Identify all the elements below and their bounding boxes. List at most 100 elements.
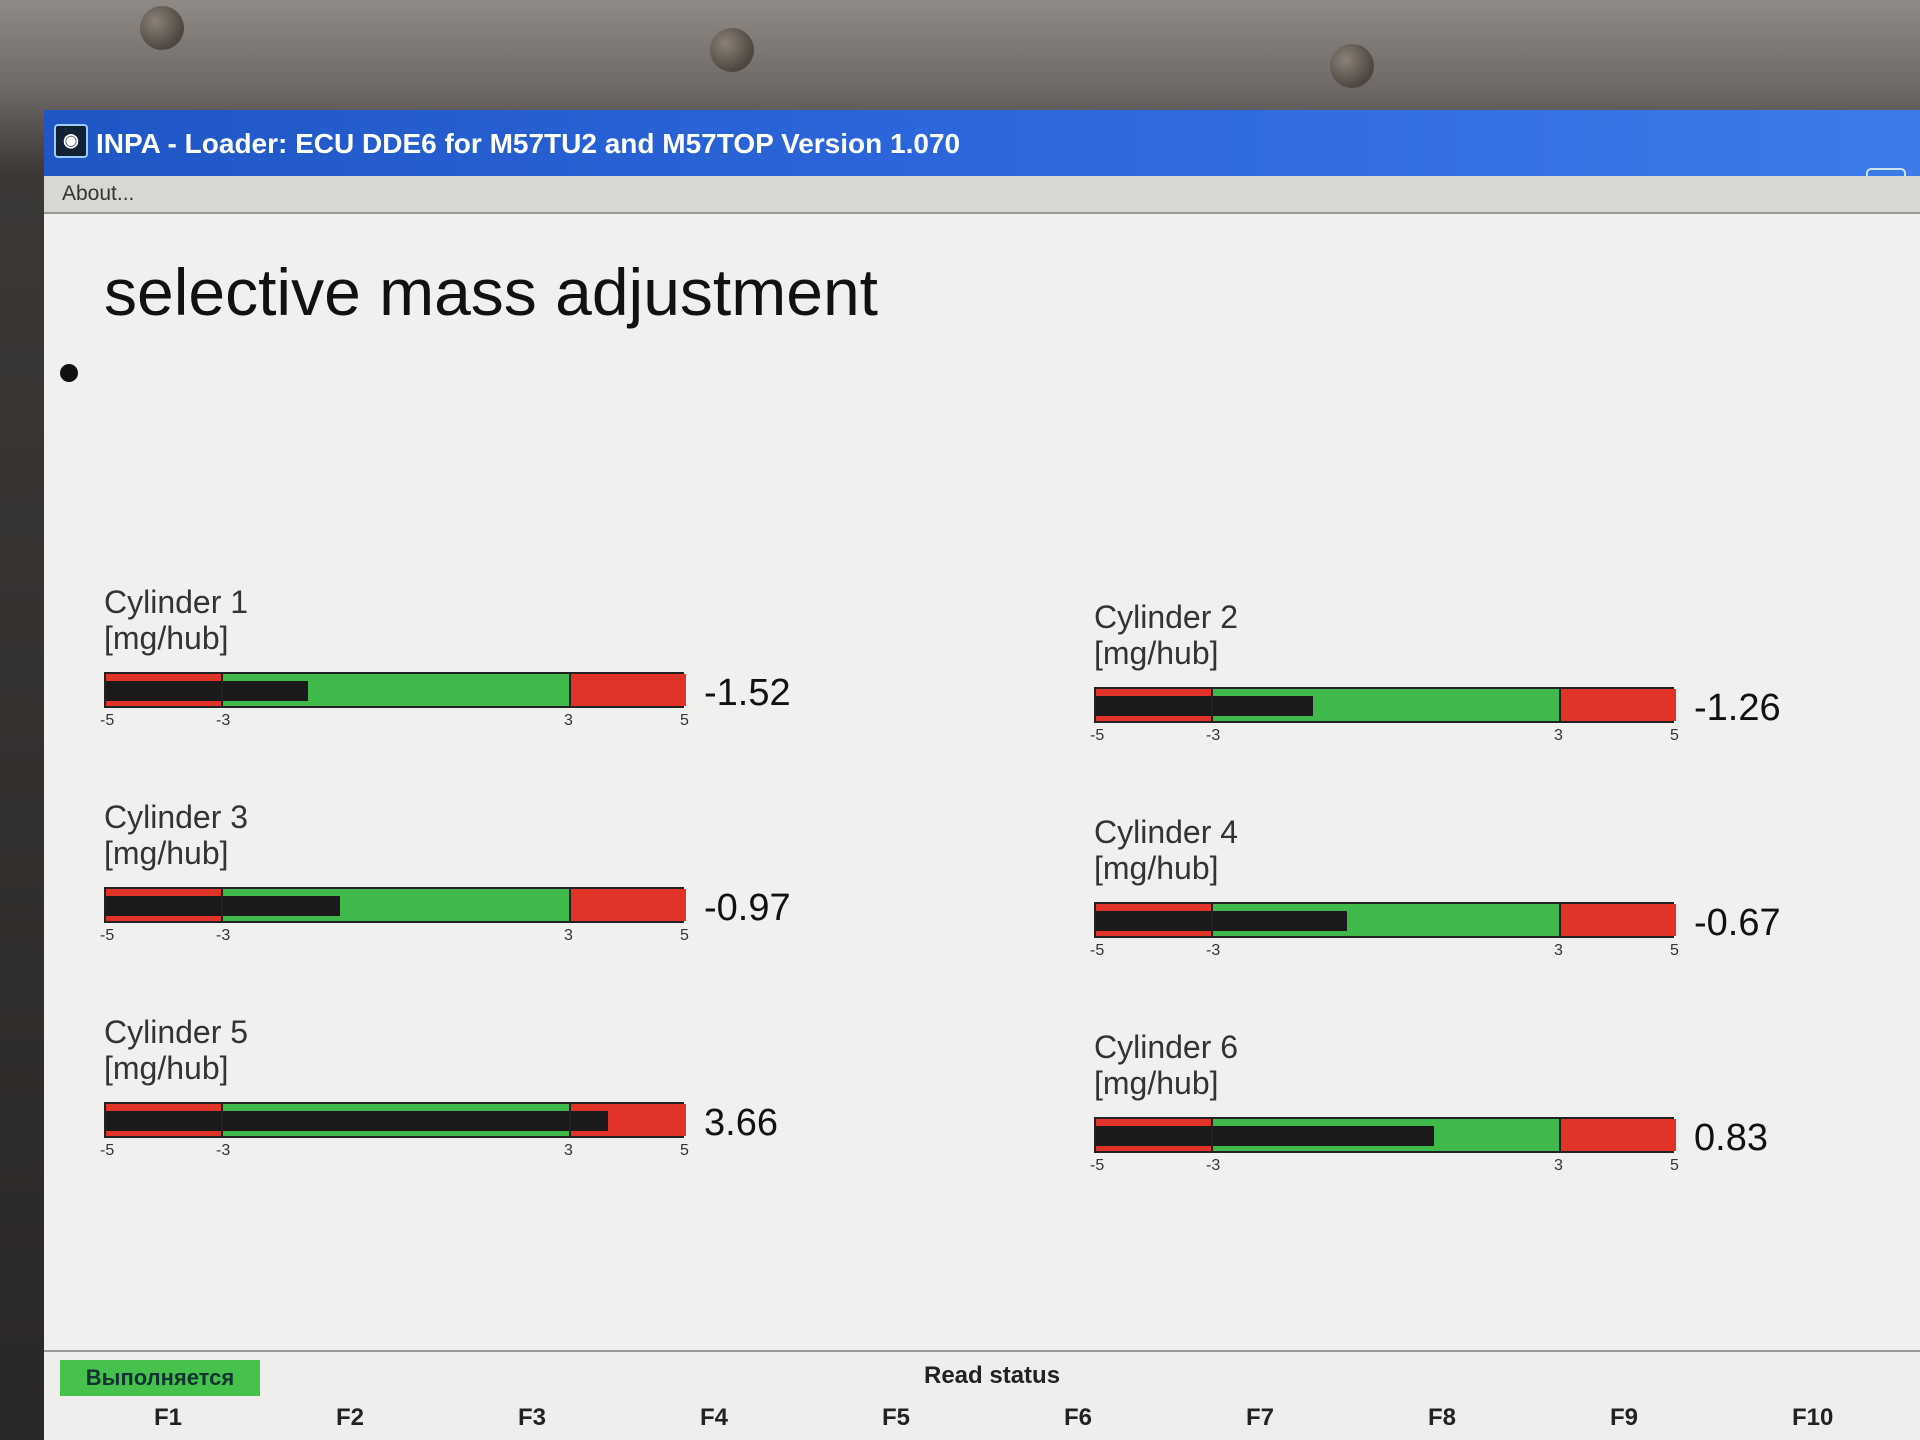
scale-label: 3 xyxy=(564,927,573,944)
cylinder-unit: [mg/hub] xyxy=(104,1050,229,1086)
running-badge: Выполняется xyxy=(60,1360,260,1396)
cylinder-panel: Cylinder 2 [mg/hub] -5 -3 3 5 -1.26 xyxy=(1090,599,1781,769)
gauge-high-zone xyxy=(1560,1119,1676,1151)
fkey-f2[interactable]: F2 xyxy=(336,1404,364,1432)
fkey-f6[interactable]: F6 xyxy=(1064,1404,1092,1432)
page-title: selective mass adjustment xyxy=(104,255,878,329)
gauge-tick xyxy=(1211,689,1213,721)
cylinder-unit: [mg/hub] xyxy=(1094,850,1219,886)
fkey-f4[interactable]: F4 xyxy=(700,1404,728,1432)
cylinder-name: Cylinder 5 xyxy=(104,1014,249,1050)
fkey-f7[interactable]: F7 xyxy=(1246,1404,1274,1432)
scale-label: 3 xyxy=(1554,942,1563,959)
scale-label: 5 xyxy=(1670,942,1679,959)
gauge-bar xyxy=(104,672,686,708)
scale-label: -3 xyxy=(1206,727,1221,744)
bullet-marker xyxy=(60,364,78,382)
gauge-tick xyxy=(1559,1119,1561,1151)
cylinder-value: -0.97 xyxy=(704,887,791,929)
scale-label: 5 xyxy=(680,927,689,944)
inpa-window: ◉ INPA - Loader: ECU DDE6 for M57TU2 and… xyxy=(44,110,1920,1440)
scale-label: -5 xyxy=(1090,727,1105,744)
fkey-f9[interactable]: F9 xyxy=(1610,1404,1638,1432)
inpa-app-icon: ◉ xyxy=(54,124,88,158)
cylinder-name: Cylinder 4 xyxy=(1094,814,1239,850)
cylinder-name: Cylinder 6 xyxy=(1094,1029,1239,1065)
scale-label: -5 xyxy=(1090,1157,1105,1174)
gauge-tick xyxy=(221,889,223,921)
scale-label: -3 xyxy=(216,1142,231,1159)
fkey-f10[interactable]: F10 xyxy=(1792,1404,1833,1432)
scale-label: 3 xyxy=(1554,727,1563,744)
gauge-fill xyxy=(1096,911,1348,931)
gauge-high-zone xyxy=(1560,689,1676,721)
cylinder-name: Cylinder 1 xyxy=(104,584,249,620)
cylinder-value: 3.66 xyxy=(704,1102,778,1144)
gauge-tick xyxy=(221,674,223,706)
scale-label: -5 xyxy=(100,927,115,944)
gauge-tick xyxy=(1559,689,1561,721)
bezel-screw xyxy=(710,28,754,72)
cylinder-name: Cylinder 2 xyxy=(1094,599,1239,635)
scale-label: -3 xyxy=(1206,942,1221,959)
scale-label: 5 xyxy=(1670,727,1679,744)
fkey-f3[interactable]: F3 xyxy=(518,1404,546,1432)
scale-label: -3 xyxy=(1206,1157,1221,1174)
status-bar: Выполняется Read status F1 F2 F3 F4 F5 F6 F7 F8… xyxy=(44,1350,1920,1440)
gauge-high-zone xyxy=(570,889,686,921)
cylinder-panel: Cylinder 4 [mg/hub] -5 -3 3 5 -0.67 xyxy=(1090,814,1781,984)
gauge-fill xyxy=(1096,1126,1435,1146)
scale-label: 5 xyxy=(680,712,689,729)
gauge-bar xyxy=(104,1102,686,1138)
read-status-label: Read status xyxy=(924,1362,1061,1389)
gauge-high-zone xyxy=(570,674,686,706)
scale-label: 5 xyxy=(680,1142,689,1159)
cylinder-value: -1.52 xyxy=(704,672,791,714)
scale-label: 5 xyxy=(1670,1157,1679,1174)
cylinder-panel: Cylinder 3 [mg/hub] -5 -3 3 5 -0.97 xyxy=(100,799,791,969)
cylinder-value: -1.26 xyxy=(1694,687,1781,729)
gauge-tick xyxy=(1211,1119,1213,1151)
cylinder-panel: Cylinder 1 [mg/hub] -5 -3 3 5 -1.52 xyxy=(100,584,791,754)
scale-label: -3 xyxy=(216,927,231,944)
scale-label: -5 xyxy=(1090,942,1105,959)
gauge-bar xyxy=(104,887,686,923)
scale-label: -5 xyxy=(100,712,115,729)
gauge-fill xyxy=(1096,696,1313,716)
cylinder-value: 0.83 xyxy=(1694,1117,1768,1159)
cylinder-name: Cylinder 3 xyxy=(104,799,249,835)
main-content: selective mass adjustment Cylinder 1 [mg/… xyxy=(44,214,1920,1440)
cylinder-panel: Cylinder 6 [mg/hub] -5 -3 3 5 0.83 xyxy=(1090,1029,1768,1199)
title-bar: ◉ INPA - Loader: ECU DDE6 for M57TU2 and… xyxy=(44,110,1920,208)
scale-label: 3 xyxy=(1554,1157,1563,1174)
scale-label: 3 xyxy=(564,712,573,729)
menu-about[interactable]: About... xyxy=(62,182,134,206)
gauge-tick xyxy=(569,889,571,921)
gauge-tick xyxy=(1559,904,1561,936)
gauge-fill xyxy=(106,1111,609,1131)
gauge-tick xyxy=(221,1104,223,1136)
cylinder-unit: [mg/hub] xyxy=(104,620,229,656)
cylinder-value: -0.67 xyxy=(1694,902,1781,944)
bezel-screw xyxy=(1330,44,1374,88)
fkey-f5[interactable]: F5 xyxy=(882,1404,910,1432)
cylinder-panel: Cylinder 5 [mg/hub] -5 -3 3 5 3.66 xyxy=(100,1014,778,1184)
scale-label: 3 xyxy=(564,1142,573,1159)
cylinder-unit: [mg/hub] xyxy=(1094,635,1219,671)
fkey-f1[interactable]: F1 xyxy=(154,1404,182,1432)
menu-bar: About... xyxy=(44,176,1920,214)
gauge-high-zone xyxy=(1560,904,1676,936)
fkey-f8[interactable]: F8 xyxy=(1428,1404,1456,1432)
gauge-fill xyxy=(106,681,308,701)
bezel-screw xyxy=(140,6,184,50)
gauge-bar xyxy=(1094,687,1676,723)
cylinder-unit: [mg/hub] xyxy=(1094,1065,1219,1101)
scale-label: -3 xyxy=(216,712,231,729)
window-title: INPA - Loader: ECU DDE6 for M57TU2 and M… xyxy=(96,128,961,159)
gauge-bar xyxy=(1094,1117,1676,1153)
cylinder-unit: [mg/hub] xyxy=(104,835,229,871)
scale-label: -5 xyxy=(100,1142,115,1159)
gauge-tick xyxy=(1211,904,1213,936)
gauge-tick xyxy=(569,1104,571,1136)
gauge-tick xyxy=(569,674,571,706)
